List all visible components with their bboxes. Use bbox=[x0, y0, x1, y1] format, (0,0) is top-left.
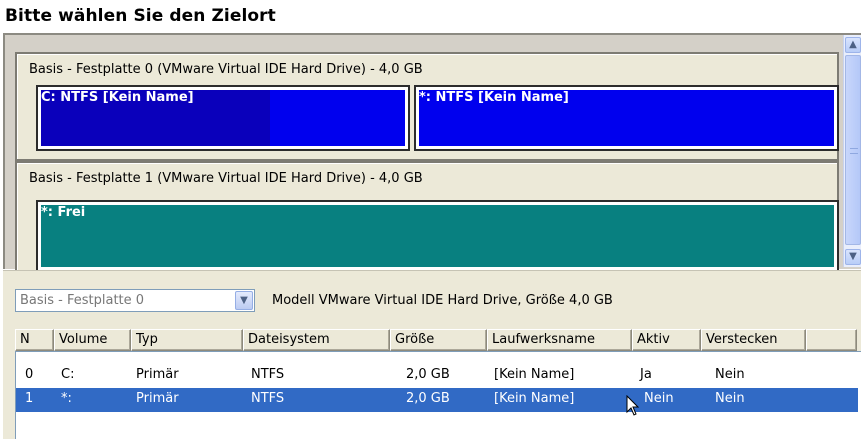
column-dateisystem[interactable]: Dateisystem bbox=[243, 329, 390, 351]
disk-map-scrollbar[interactable]: ▲ ▼ bbox=[843, 35, 861, 267]
disk-1-box: Basis - Festplatte 1 (VMware Virtual IDE… bbox=[15, 161, 839, 279]
scrollbar-thumb[interactable] bbox=[845, 55, 861, 245]
cell-groesse: 2,0 GB bbox=[406, 391, 450, 406]
column-groesse[interactable]: Größe bbox=[390, 329, 487, 351]
cell-verstecken: Nein bbox=[715, 367, 745, 382]
cell-n: 0 bbox=[25, 367, 34, 382]
disk-select-dropdown[interactable]: Basis - Festplatte 0 ▼ bbox=[15, 289, 255, 312]
cell-aktiv: Nein bbox=[644, 391, 674, 406]
chevron-down-icon[interactable]: ▼ bbox=[235, 291, 253, 310]
partition-free-label: *: Frei bbox=[41, 205, 86, 220]
cell-volume: C: bbox=[61, 367, 75, 382]
column-laufwerksname[interactable]: Laufwerksname bbox=[487, 329, 632, 351]
column-filler bbox=[806, 329, 857, 351]
cell-dateisystem: NTFS bbox=[251, 391, 285, 406]
cell-dateisystem: NTFS bbox=[251, 367, 285, 382]
disk-select-value: Basis - Festplatte 0 bbox=[20, 293, 145, 308]
partition-star[interactable]: *: NTFS [Kein Name] bbox=[414, 85, 839, 151]
disk-map: Basis - Festplatte 0 (VMware Virtual IDE… bbox=[15, 52, 842, 299]
disk-map-panel: Basis - Festplatte 0 (VMware Virtual IDE… bbox=[3, 33, 861, 279]
disk-0-box: Basis - Festplatte 0 (VMware Virtual IDE… bbox=[15, 52, 839, 161]
disk-0-label: Basis - Festplatte 0 (VMware Virtual IDE… bbox=[29, 62, 423, 77]
cell-verstecken: Nein bbox=[715, 391, 745, 406]
partition-c[interactable]: C: NTFS [Kein Name] bbox=[36, 85, 410, 151]
partition-star-label: *: NTFS [Kein Name] bbox=[419, 90, 569, 105]
cell-laufwerksname: [Kein Name] bbox=[494, 391, 575, 406]
partition-free[interactable]: *: Frei bbox=[36, 200, 839, 272]
table-row[interactable]: 0 C: Primär NTFS 2,0 GB [Kein Name] Ja N… bbox=[16, 364, 858, 388]
details-panel: Basis - Festplatte 0 ▼ Modell VMware Vir… bbox=[3, 270, 861, 439]
table-row-selected[interactable]: 1 *: Primär NTFS 2,0 GB [Kein Name] Nein… bbox=[16, 388, 858, 412]
column-volume[interactable]: Volume bbox=[54, 329, 131, 351]
mouse-pointer-icon bbox=[626, 395, 640, 416]
cell-typ: Primär bbox=[136, 367, 179, 382]
column-typ[interactable]: Typ bbox=[131, 329, 243, 351]
column-n[interactable]: N bbox=[15, 329, 54, 351]
cell-typ: Primär bbox=[136, 391, 179, 406]
cell-laufwerksname: [Kein Name] bbox=[494, 367, 575, 382]
cell-n: 1 bbox=[25, 391, 34, 406]
chevron-up-icon[interactable]: ▲ bbox=[845, 37, 861, 53]
partition-table: 0 C: Primär NTFS 2,0 GB [Kein Name] Ja N… bbox=[15, 351, 861, 439]
page-title: Bitte wählen Sie den Zielort bbox=[5, 6, 276, 26]
cell-aktiv: Ja bbox=[640, 367, 652, 382]
disk-1-label: Basis - Festplatte 1 (VMware Virtual IDE… bbox=[29, 171, 423, 186]
column-verstecken[interactable]: Verstecken bbox=[701, 329, 806, 351]
partition-c-label: C: NTFS [Kein Name] bbox=[41, 90, 194, 105]
column-aktiv[interactable]: Aktiv bbox=[632, 329, 701, 351]
chevron-down-icon[interactable]: ▼ bbox=[845, 249, 861, 265]
disk-model-info: Modell VMware Virtual IDE Hard Drive, Gr… bbox=[272, 293, 613, 308]
cell-groesse: 2,0 GB bbox=[406, 367, 450, 382]
cell-volume: *: bbox=[61, 391, 72, 406]
table-header: N Volume Typ Dateisystem Größe Laufwerks… bbox=[15, 329, 861, 351]
